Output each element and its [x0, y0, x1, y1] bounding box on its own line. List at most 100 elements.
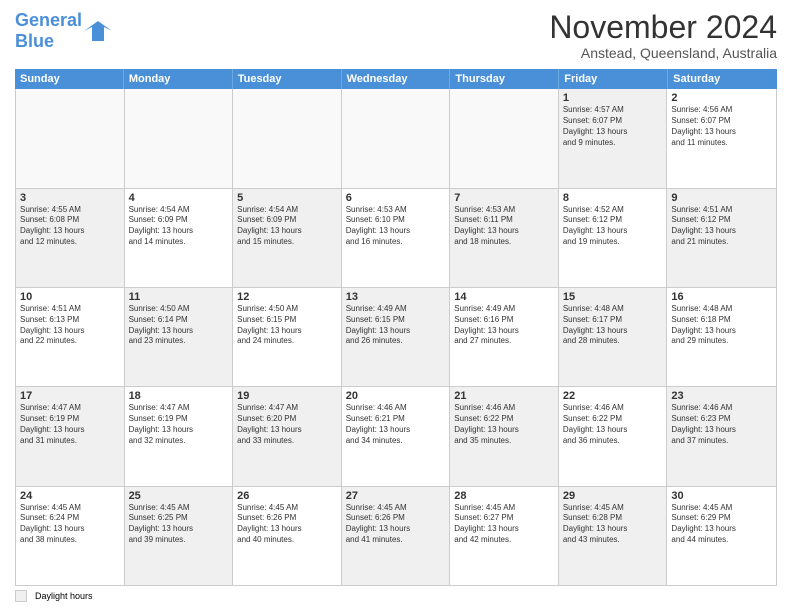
calendar-cell: 8Sunrise: 4:52 AM Sunset: 6:12 PM Daylig…: [559, 189, 668, 287]
calendar-header: SundayMondayTuesdayWednesdayThursdayFrid…: [15, 69, 777, 89]
calendar-row: 24Sunrise: 4:45 AM Sunset: 6:24 PM Dayli…: [16, 487, 776, 585]
day-info: Sunrise: 4:47 AM Sunset: 6:19 PM Dayligh…: [129, 403, 229, 446]
day-info: Sunrise: 4:45 AM Sunset: 6:24 PM Dayligh…: [20, 503, 120, 546]
calendar-cell: 6Sunrise: 4:53 AM Sunset: 6:10 PM Daylig…: [342, 189, 451, 287]
legend-box: [15, 590, 27, 602]
day-info: Sunrise: 4:56 AM Sunset: 6:07 PM Dayligh…: [671, 105, 772, 148]
calendar-cell: 20Sunrise: 4:46 AM Sunset: 6:21 PM Dayli…: [342, 387, 451, 485]
calendar-cell: 7Sunrise: 4:53 AM Sunset: 6:11 PM Daylig…: [450, 189, 559, 287]
weekday-header: Thursday: [450, 69, 559, 89]
day-info: Sunrise: 4:54 AM Sunset: 6:09 PM Dayligh…: [129, 205, 229, 248]
day-number: 11: [129, 291, 229, 303]
calendar-cell: 4Sunrise: 4:54 AM Sunset: 6:09 PM Daylig…: [125, 189, 234, 287]
calendar-cell: 3Sunrise: 4:55 AM Sunset: 6:08 PM Daylig…: [16, 189, 125, 287]
legend: Daylight hours: [15, 590, 777, 602]
day-info: Sunrise: 4:55 AM Sunset: 6:08 PM Dayligh…: [20, 205, 120, 248]
day-info: Sunrise: 4:49 AM Sunset: 6:16 PM Dayligh…: [454, 304, 554, 347]
day-info: Sunrise: 4:46 AM Sunset: 6:22 PM Dayligh…: [563, 403, 663, 446]
calendar-cell: 10Sunrise: 4:51 AM Sunset: 6:13 PM Dayli…: [16, 288, 125, 386]
day-number: 13: [346, 291, 446, 303]
calendar-cell: 17Sunrise: 4:47 AM Sunset: 6:19 PM Dayli…: [16, 387, 125, 485]
calendar-cell: [233, 89, 342, 187]
header: General Blue November 2024 Anstead, Quee…: [15, 10, 777, 61]
day-info: Sunrise: 4:45 AM Sunset: 6:27 PM Dayligh…: [454, 503, 554, 546]
calendar-row: 3Sunrise: 4:55 AM Sunset: 6:08 PM Daylig…: [16, 189, 776, 288]
calendar-cell: 15Sunrise: 4:48 AM Sunset: 6:17 PM Dayli…: [559, 288, 668, 386]
day-info: Sunrise: 4:57 AM Sunset: 6:07 PM Dayligh…: [563, 105, 663, 148]
calendar-cell: 22Sunrise: 4:46 AM Sunset: 6:22 PM Dayli…: [559, 387, 668, 485]
day-info: Sunrise: 4:51 AM Sunset: 6:13 PM Dayligh…: [20, 304, 120, 347]
calendar-body: 1Sunrise: 4:57 AM Sunset: 6:07 PM Daylig…: [15, 89, 777, 586]
calendar-cell: 2Sunrise: 4:56 AM Sunset: 6:07 PM Daylig…: [667, 89, 776, 187]
day-info: Sunrise: 4:45 AM Sunset: 6:25 PM Dayligh…: [129, 503, 229, 546]
day-number: 20: [346, 390, 446, 402]
calendar-cell: 28Sunrise: 4:45 AM Sunset: 6:27 PM Dayli…: [450, 487, 559, 585]
day-number: 30: [671, 490, 772, 502]
day-info: Sunrise: 4:48 AM Sunset: 6:17 PM Dayligh…: [563, 304, 663, 347]
weekday-header: Saturday: [668, 69, 777, 89]
day-number: 15: [563, 291, 663, 303]
calendar-cell: [125, 89, 234, 187]
day-number: 21: [454, 390, 554, 402]
day-number: 3: [20, 192, 120, 204]
day-number: 27: [346, 490, 446, 502]
main-title: November 2024: [549, 10, 777, 45]
calendar-cell: 19Sunrise: 4:47 AM Sunset: 6:20 PM Dayli…: [233, 387, 342, 485]
calendar-cell: 13Sunrise: 4:49 AM Sunset: 6:15 PM Dayli…: [342, 288, 451, 386]
calendar-cell: 12Sunrise: 4:50 AM Sunset: 6:15 PM Dayli…: [233, 288, 342, 386]
calendar-cell: 18Sunrise: 4:47 AM Sunset: 6:19 PM Dayli…: [125, 387, 234, 485]
calendar: SundayMondayTuesdayWednesdayThursdayFrid…: [15, 69, 777, 586]
day-info: Sunrise: 4:45 AM Sunset: 6:28 PM Dayligh…: [563, 503, 663, 546]
calendar-cell: 9Sunrise: 4:51 AM Sunset: 6:12 PM Daylig…: [667, 189, 776, 287]
page: General Blue November 2024 Anstead, Quee…: [0, 0, 792, 612]
day-number: 8: [563, 192, 663, 204]
day-number: 18: [129, 390, 229, 402]
calendar-cell: 24Sunrise: 4:45 AM Sunset: 6:24 PM Dayli…: [16, 487, 125, 585]
calendar-row: 17Sunrise: 4:47 AM Sunset: 6:19 PM Dayli…: [16, 387, 776, 486]
logo-general: General: [15, 10, 82, 30]
day-info: Sunrise: 4:46 AM Sunset: 6:22 PM Dayligh…: [454, 403, 554, 446]
day-number: 14: [454, 291, 554, 303]
day-number: 23: [671, 390, 772, 402]
weekday-header: Friday: [559, 69, 668, 89]
title-block: November 2024 Anstead, Queensland, Austr…: [549, 10, 777, 61]
day-number: 16: [671, 291, 772, 303]
calendar-cell: [16, 89, 125, 187]
day-number: 22: [563, 390, 663, 402]
day-number: 28: [454, 490, 554, 502]
calendar-cell: 14Sunrise: 4:49 AM Sunset: 6:16 PM Dayli…: [450, 288, 559, 386]
day-info: Sunrise: 4:47 AM Sunset: 6:19 PM Dayligh…: [20, 403, 120, 446]
calendar-cell: 1Sunrise: 4:57 AM Sunset: 6:07 PM Daylig…: [559, 89, 668, 187]
calendar-cell: 11Sunrise: 4:50 AM Sunset: 6:14 PM Dayli…: [125, 288, 234, 386]
logo: General Blue: [15, 10, 112, 52]
weekday-header: Tuesday: [233, 69, 342, 89]
weekday-header: Monday: [124, 69, 233, 89]
calendar-cell: 21Sunrise: 4:46 AM Sunset: 6:22 PM Dayli…: [450, 387, 559, 485]
day-number: 9: [671, 192, 772, 204]
weekday-header: Wednesday: [342, 69, 451, 89]
day-info: Sunrise: 4:50 AM Sunset: 6:15 PM Dayligh…: [237, 304, 337, 347]
day-number: 12: [237, 291, 337, 303]
calendar-cell: 23Sunrise: 4:46 AM Sunset: 6:23 PM Dayli…: [667, 387, 776, 485]
day-info: Sunrise: 4:48 AM Sunset: 6:18 PM Dayligh…: [671, 304, 772, 347]
calendar-cell: 27Sunrise: 4:45 AM Sunset: 6:26 PM Dayli…: [342, 487, 451, 585]
day-info: Sunrise: 4:46 AM Sunset: 6:23 PM Dayligh…: [671, 403, 772, 446]
calendar-cell: 25Sunrise: 4:45 AM Sunset: 6:25 PM Dayli…: [125, 487, 234, 585]
day-number: 29: [563, 490, 663, 502]
day-info: Sunrise: 4:51 AM Sunset: 6:12 PM Dayligh…: [671, 205, 772, 248]
day-info: Sunrise: 4:53 AM Sunset: 6:11 PM Dayligh…: [454, 205, 554, 248]
logo-bird-icon: [84, 17, 112, 45]
calendar-cell: 26Sunrise: 4:45 AM Sunset: 6:26 PM Dayli…: [233, 487, 342, 585]
day-number: 10: [20, 291, 120, 303]
day-info: Sunrise: 4:52 AM Sunset: 6:12 PM Dayligh…: [563, 205, 663, 248]
calendar-cell: 5Sunrise: 4:54 AM Sunset: 6:09 PM Daylig…: [233, 189, 342, 287]
calendar-row: 1Sunrise: 4:57 AM Sunset: 6:07 PM Daylig…: [16, 89, 776, 188]
day-info: Sunrise: 4:47 AM Sunset: 6:20 PM Dayligh…: [237, 403, 337, 446]
calendar-row: 10Sunrise: 4:51 AM Sunset: 6:13 PM Dayli…: [16, 288, 776, 387]
day-info: Sunrise: 4:53 AM Sunset: 6:10 PM Dayligh…: [346, 205, 446, 248]
day-number: 26: [237, 490, 337, 502]
calendar-cell: [342, 89, 451, 187]
day-number: 17: [20, 390, 120, 402]
calendar-cell: 16Sunrise: 4:48 AM Sunset: 6:18 PM Dayli…: [667, 288, 776, 386]
day-number: 5: [237, 192, 337, 204]
